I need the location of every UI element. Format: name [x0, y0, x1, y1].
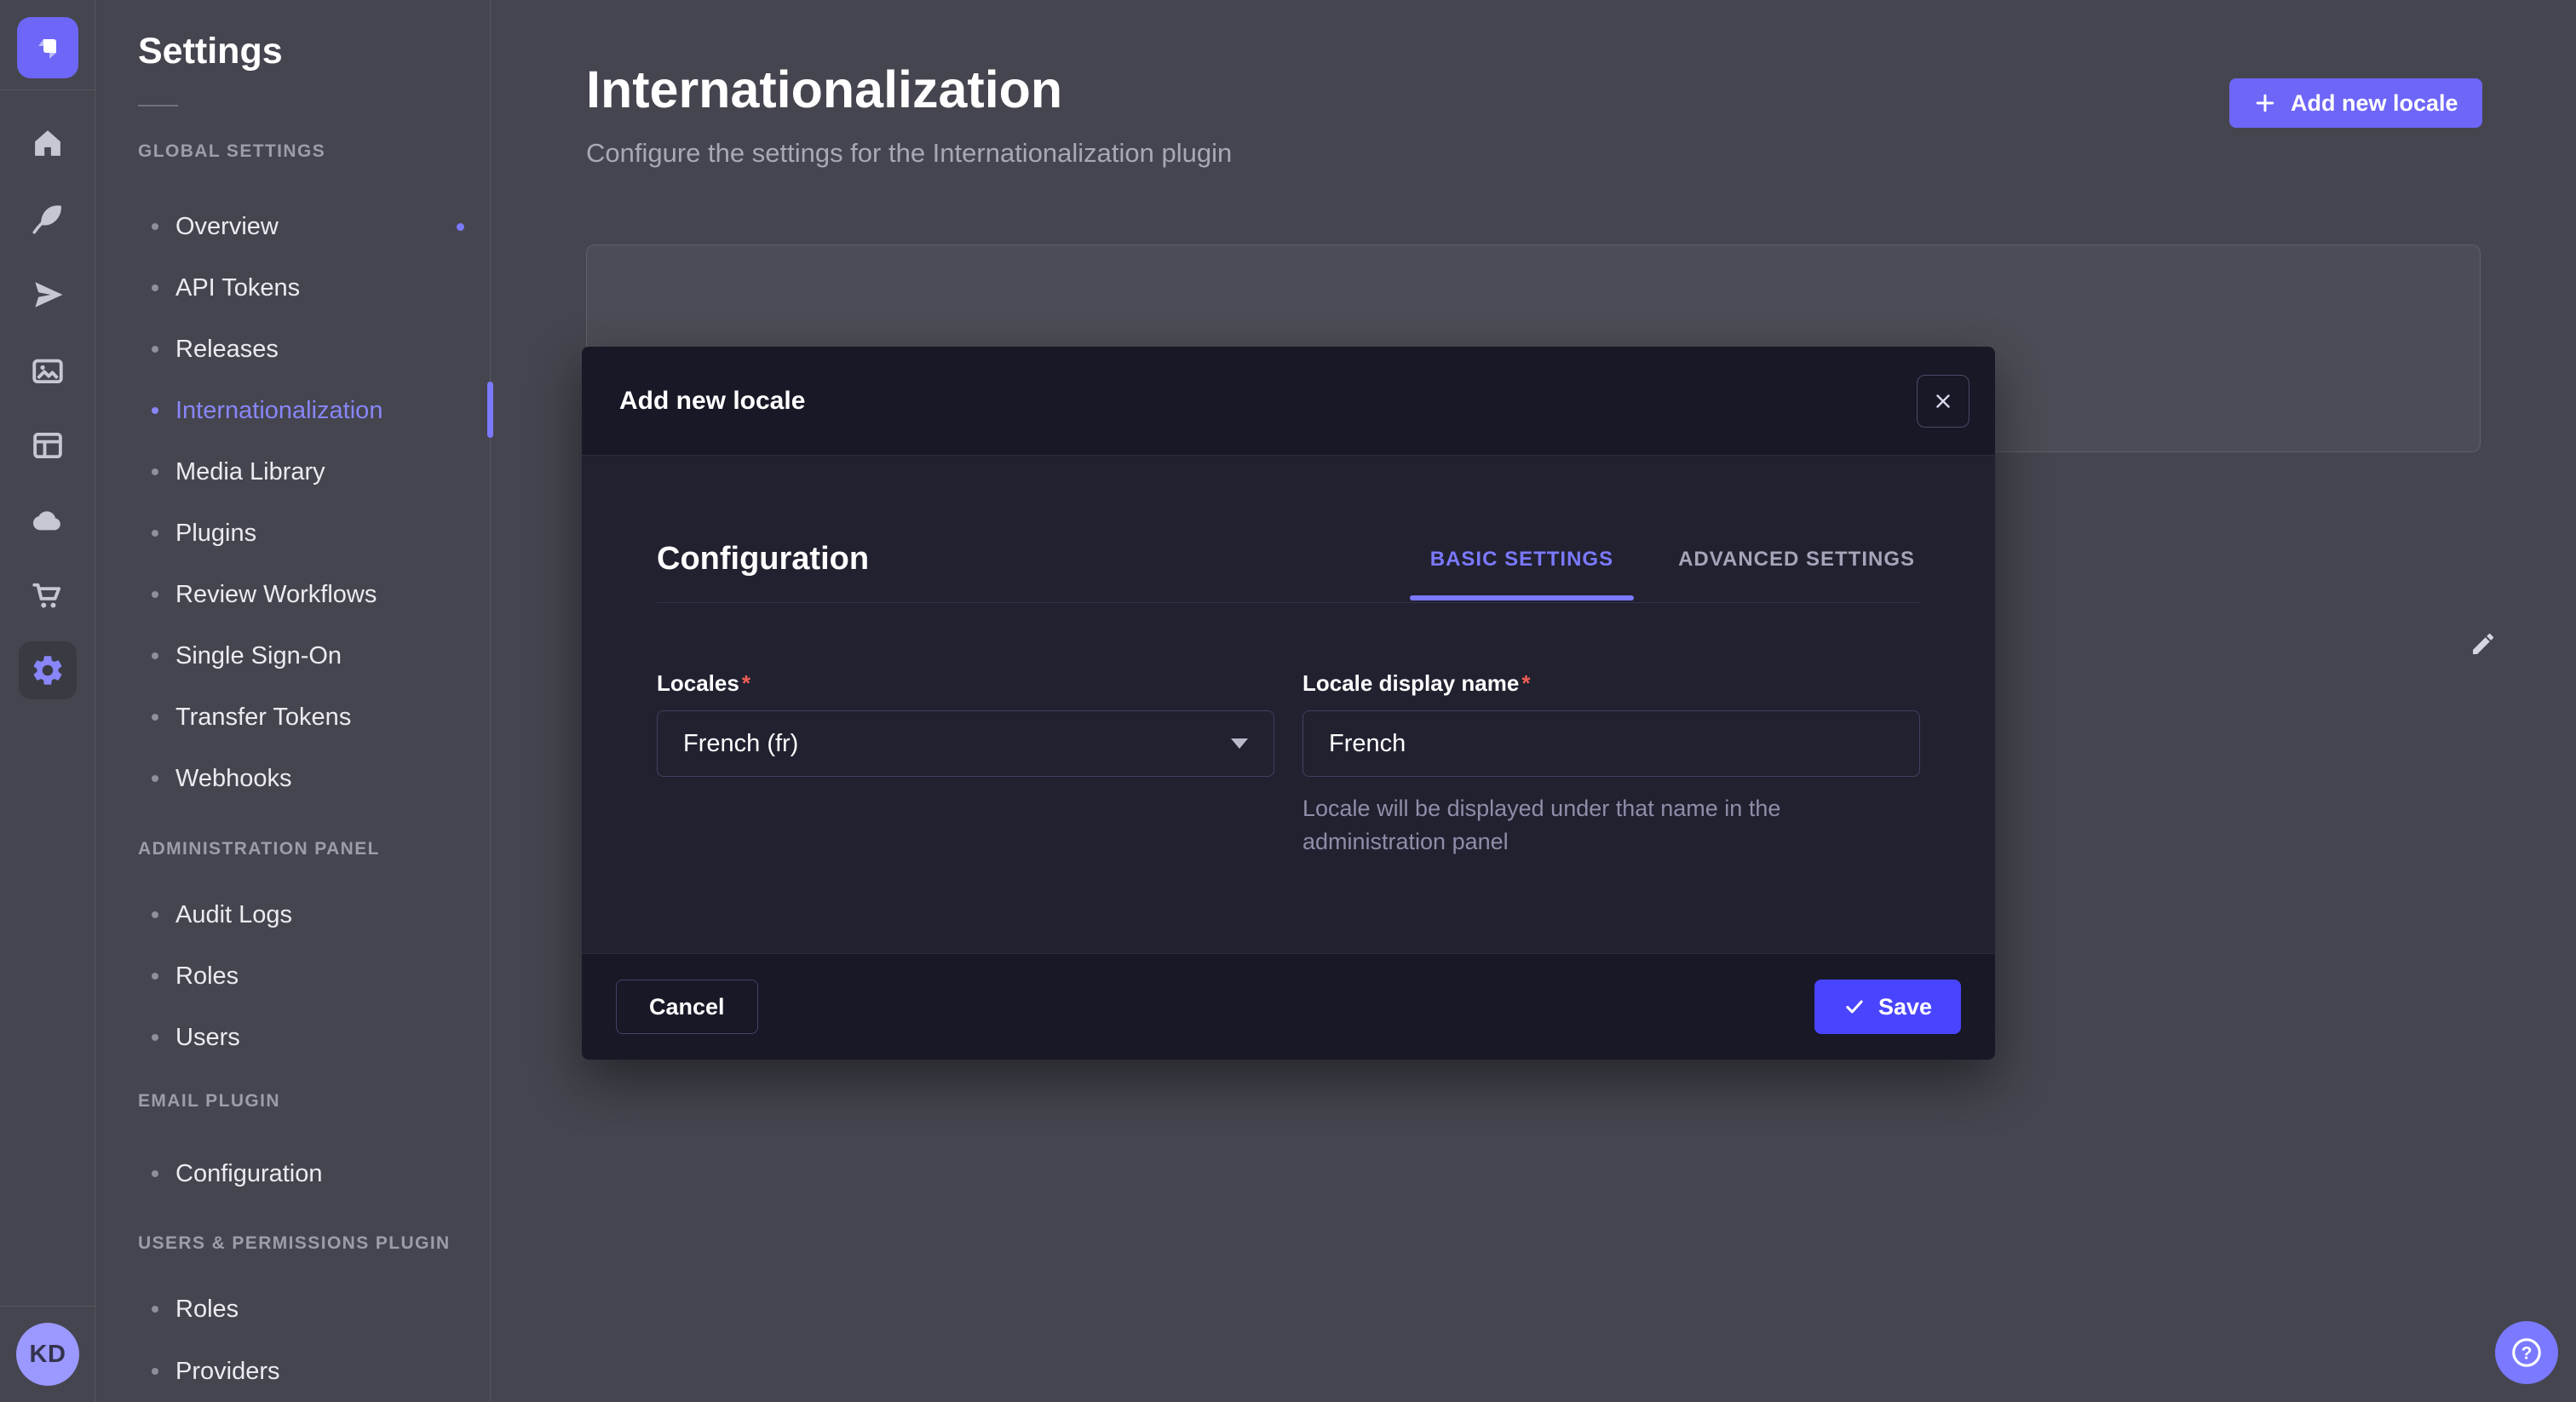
sidebar-item-users[interactable]: Users: [138, 1014, 474, 1061]
bullet-icon: [152, 911, 158, 918]
home-icon[interactable]: [24, 119, 72, 167]
settings-tabs: BASIC SETTINGS ADVANCED SETTINGS: [1425, 548, 1920, 600]
section-global-settings: GLOBAL SETTINGS: [138, 139, 325, 164]
bullet-icon: [152, 530, 158, 537]
bullet-icon: [152, 775, 158, 782]
bullet-icon: [152, 652, 158, 659]
display-name-label: Locale display name*: [1302, 670, 1920, 697]
add-new-locale-button[interactable]: Add new locale: [2229, 78, 2482, 128]
form-fields: Locales* French (fr) Locale display name…: [657, 670, 1920, 859]
rail-divider-top: [0, 89, 95, 90]
close-button[interactable]: [1917, 375, 1969, 428]
section-users-permissions-plugin: USERS & PERMISSIONS PLUGIN: [138, 1231, 451, 1256]
cancel-button[interactable]: Cancel: [616, 980, 758, 1034]
bullet-icon: [152, 223, 158, 230]
strapi-logo-icon: [31, 31, 65, 65]
bullet-icon: [152, 1368, 158, 1375]
tab-basic-settings[interactable]: BASIC SETTINGS: [1425, 548, 1619, 600]
section-email-plugin: EMAIL PLUGIN: [138, 1089, 280, 1114]
bullet-icon: [152, 714, 158, 721]
locales-label: Locales*: [657, 670, 1274, 697]
strapi-logo[interactable]: [17, 17, 78, 78]
media-library-icon[interactable]: [24, 347, 72, 394]
icon-rail: KD: [0, 0, 95, 1402]
display-name-field: Locale display name* Locale will be disp…: [1302, 670, 1920, 859]
section-administration-panel: ADMINISTRATION PANEL: [138, 836, 380, 862]
sidebar-item-single-sign-on[interactable]: Single Sign-On: [138, 632, 474, 680]
page-subtitle: Configure the settings for the Internati…: [586, 138, 1232, 169]
sidebar-item-admin-roles[interactable]: Roles: [138, 952, 474, 1000]
sidebar-item-transfer-tokens[interactable]: Transfer Tokens: [138, 693, 474, 741]
sidebar-item-media-library[interactable]: Media Library: [138, 448, 474, 496]
locales-select[interactable]: French (fr): [657, 710, 1274, 777]
locale-display-name-input[interactable]: [1302, 710, 1920, 777]
svg-text:?: ?: [2521, 1343, 2533, 1363]
question-mark-icon: ?: [2509, 1335, 2544, 1370]
settings-panel-title: Settings: [138, 31, 283, 72]
rail-divider-bottom: [0, 1306, 95, 1307]
add-locale-modal: Add new locale Configuration BASIC SETTI…: [582, 347, 1995, 1060]
save-button[interactable]: Save: [1814, 980, 1961, 1034]
deploy-send-icon[interactable]: [24, 271, 72, 319]
marketplace-cart-icon[interactable]: [24, 572, 72, 619]
display-name-hint: Locale will be displayed under that name…: [1302, 792, 1907, 859]
bullet-icon: [152, 468, 158, 475]
chevron-down-icon: [1231, 738, 1248, 749]
required-asterisk: *: [742, 670, 750, 696]
content-builder-feather-icon[interactable]: [24, 195, 72, 243]
sidebar-item-plugins[interactable]: Plugins: [138, 509, 474, 557]
plus-icon: [2253, 91, 2277, 115]
sidebar-item-providers[interactable]: Providers: [138, 1347, 474, 1395]
sidebar-item-api-tokens[interactable]: API Tokens: [138, 264, 474, 312]
locales-field: Locales* French (fr): [657, 670, 1274, 859]
bullet-icon: [152, 973, 158, 980]
bullet-icon: [152, 591, 158, 598]
check-icon: [1843, 996, 1866, 1018]
bullet-icon: [152, 1170, 158, 1177]
cloud-icon[interactable]: [24, 497, 72, 544]
sidebar-item-internationalization[interactable]: Internationalization: [138, 387, 474, 434]
settings-gear-icon[interactable]: [19, 641, 77, 699]
bullet-icon: [152, 407, 158, 414]
modal-body: Configuration BASIC SETTINGS ADVANCED SE…: [582, 456, 1995, 953]
modal-title: Add new locale: [619, 387, 805, 416]
bullet-icon: [152, 346, 158, 353]
sidebar-item-overview[interactable]: Overview: [138, 203, 474, 250]
sidebar-item-email-configuration[interactable]: Configuration: [138, 1150, 474, 1198]
edit-locale-button[interactable]: [2459, 620, 2507, 668]
help-button[interactable]: ?: [2495, 1321, 2558, 1384]
bullet-icon: [152, 1034, 158, 1041]
configuration-heading: Configuration: [657, 541, 869, 577]
sidebar-item-audit-logs[interactable]: Audit Logs: [138, 891, 474, 939]
settings-nav-panel: Settings GLOBAL SETTINGS Overview API To…: [95, 0, 491, 1402]
sidebar-item-review-workflows[interactable]: Review Workflows: [138, 571, 474, 618]
bullet-icon: [152, 1306, 158, 1313]
close-icon: [1932, 390, 1954, 412]
sidebar-item-webhooks[interactable]: Webhooks: [138, 755, 474, 802]
sidebar-item-releases[interactable]: Releases: [138, 325, 474, 373]
avatar[interactable]: KD: [16, 1323, 79, 1386]
bullet-icon: [152, 284, 158, 291]
title-rule: [138, 105, 178, 106]
pencil-icon: [2470, 630, 2497, 658]
sidebar-item-up-roles[interactable]: Roles: [138, 1285, 474, 1333]
notification-dot: [457, 223, 464, 231]
required-asterisk: *: [1521, 670, 1530, 696]
tabs-divider: [657, 602, 1920, 603]
modal-header: Add new locale: [582, 347, 1995, 456]
tab-advanced-settings[interactable]: ADVANCED SETTINGS: [1673, 548, 1920, 600]
modal-footer: Cancel Save: [582, 953, 1995, 1060]
content-manager-icon[interactable]: [24, 422, 72, 469]
page-title: Internationalization: [586, 60, 1062, 119]
